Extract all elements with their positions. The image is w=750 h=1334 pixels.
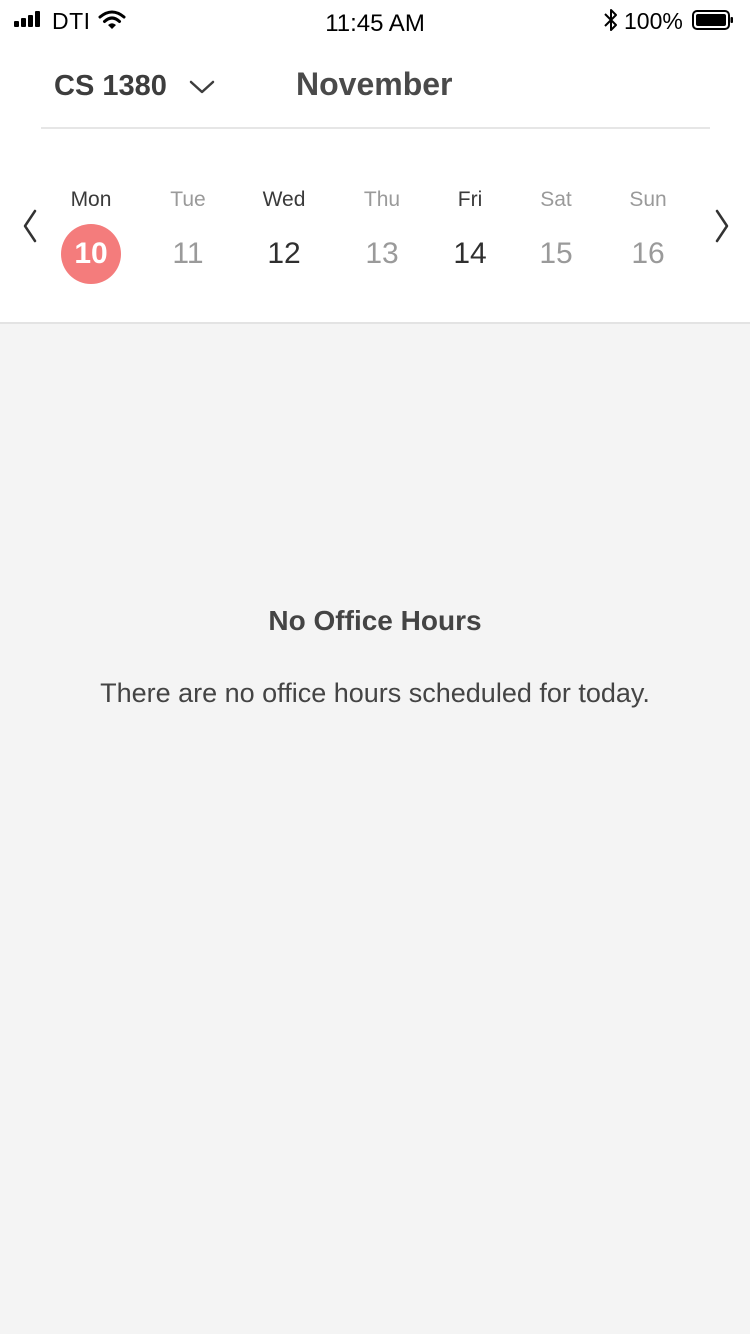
day-thursday[interactable]: Thu 13	[342, 186, 422, 284]
day-number: 16	[631, 237, 665, 270]
day-monday[interactable]: Mon 10	[51, 186, 131, 284]
header-divider	[41, 127, 710, 129]
month-title: November	[296, 66, 453, 102]
day-number: 10	[61, 224, 121, 284]
day-number: 12	[267, 237, 301, 270]
previous-week-button[interactable]	[20, 208, 40, 244]
day-tuesday[interactable]: Tue 11	[148, 186, 228, 284]
day-number: 11	[172, 237, 204, 270]
day-number: 15	[539, 237, 573, 270]
calendar-header-panel: DTI 11:45 AM 100% CS 1380 November Mon 1…	[0, 0, 750, 324]
chevron-down-icon	[189, 80, 215, 93]
day-saturday[interactable]: Sat 15	[516, 186, 596, 284]
day-sunday[interactable]: Sun 16	[608, 186, 688, 284]
day-wednesday[interactable]: Wed 12	[244, 186, 324, 284]
day-friday[interactable]: Fri 14	[430, 186, 510, 284]
day-name: Mon	[70, 188, 112, 211]
battery-icon	[692, 10, 733, 30]
course-label: CS 1380	[54, 70, 167, 102]
course-selector[interactable]: CS 1380	[54, 70, 215, 103]
day-name: Tue	[170, 188, 206, 211]
day-number: 14	[453, 237, 487, 270]
next-week-button[interactable]	[712, 208, 732, 244]
day-name: Sun	[629, 188, 667, 211]
day-name: Thu	[363, 188, 401, 211]
empty-state-message: There are no office hours scheduled for …	[100, 678, 650, 708]
day-name: Wed	[262, 188, 306, 211]
bluetooth-icon	[604, 9, 617, 31]
day-name: Sat	[540, 188, 572, 211]
day-number: 13	[365, 237, 399, 270]
status-bar: DTI 11:45 AM 100%	[0, 0, 750, 44]
empty-state-title: No Office Hours	[268, 605, 482, 636]
battery-percent: 100%	[624, 8, 683, 34]
day-name: Fri	[457, 188, 483, 211]
